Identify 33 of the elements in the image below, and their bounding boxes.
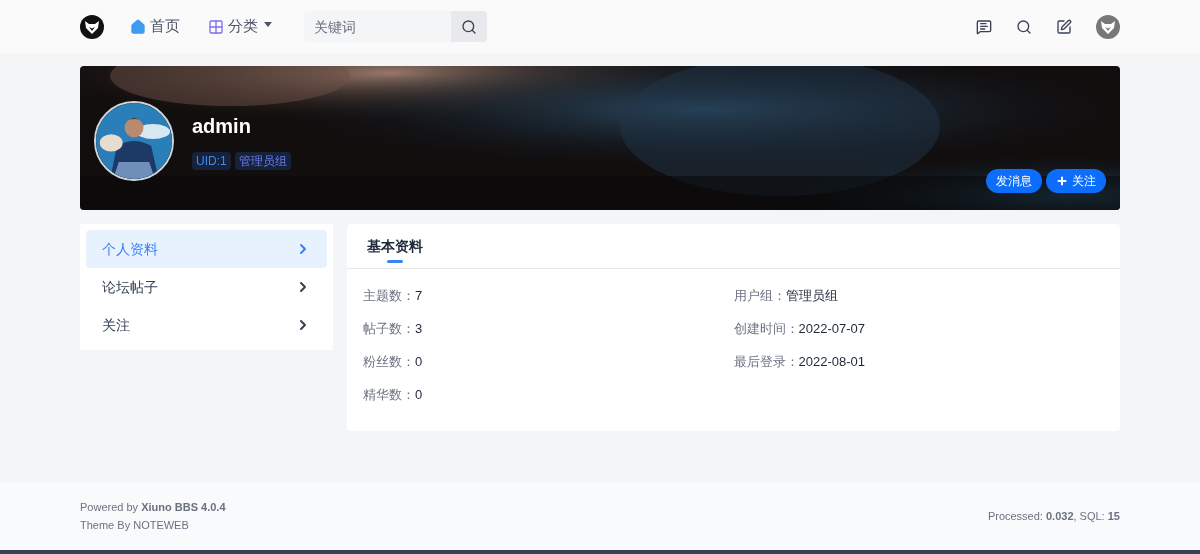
tab[interactable]: 基本资料	[367, 224, 423, 268]
field-label: 用户组：	[733, 287, 786, 306]
search-icon[interactable]	[1016, 18, 1032, 35]
field-value: 2022-08-01	[798, 353, 865, 372]
field-value: 7	[415, 287, 423, 306]
processing-stats: Processed: 0.032, SQL: 15	[987, 508, 1120, 524]
nav-link[interactable]: 分类	[208, 15, 272, 38]
home-icon	[130, 18, 146, 35]
field-value: 0	[415, 386, 423, 405]
search-field[interactable]: 关键词	[304, 11, 451, 42]
nav-link[interactable]: 首页	[130, 15, 180, 38]
sidebar-item[interactable]: 关注	[86, 306, 327, 344]
field-label: 创建时间：	[733, 320, 799, 339]
field-value: 管理员组	[785, 287, 838, 306]
field-label: 主题数：	[363, 287, 415, 306]
search-button[interactable]	[451, 11, 487, 42]
caret-icon	[264, 22, 272, 27]
logo-icon[interactable]	[80, 14, 104, 39]
field-value: 2022-07-07	[798, 320, 865, 339]
edit-icon[interactable]	[1056, 18, 1072, 35]
field-value: 0	[415, 353, 423, 372]
field-label: 粉丝数：	[363, 353, 415, 372]
field-value: 3	[415, 320, 423, 339]
field-label: 精华数：	[363, 386, 415, 405]
field-label: 最后登录：	[733, 353, 799, 372]
sidebar-item[interactable]: 论坛帖子	[86, 268, 327, 306]
grid-icon	[208, 18, 224, 35]
chat-icon[interactable]	[976, 18, 992, 35]
powered-by-text: Powered by Xiuno BBS 4.0.4	[80, 499, 226, 515]
search-icon	[461, 18, 477, 35]
theme-credit-text: Theme By NOTEWEB	[80, 518, 190, 533]
user-avatar-icon[interactable]	[1096, 14, 1120, 39]
field-label: 帖子数：	[363, 320, 415, 339]
